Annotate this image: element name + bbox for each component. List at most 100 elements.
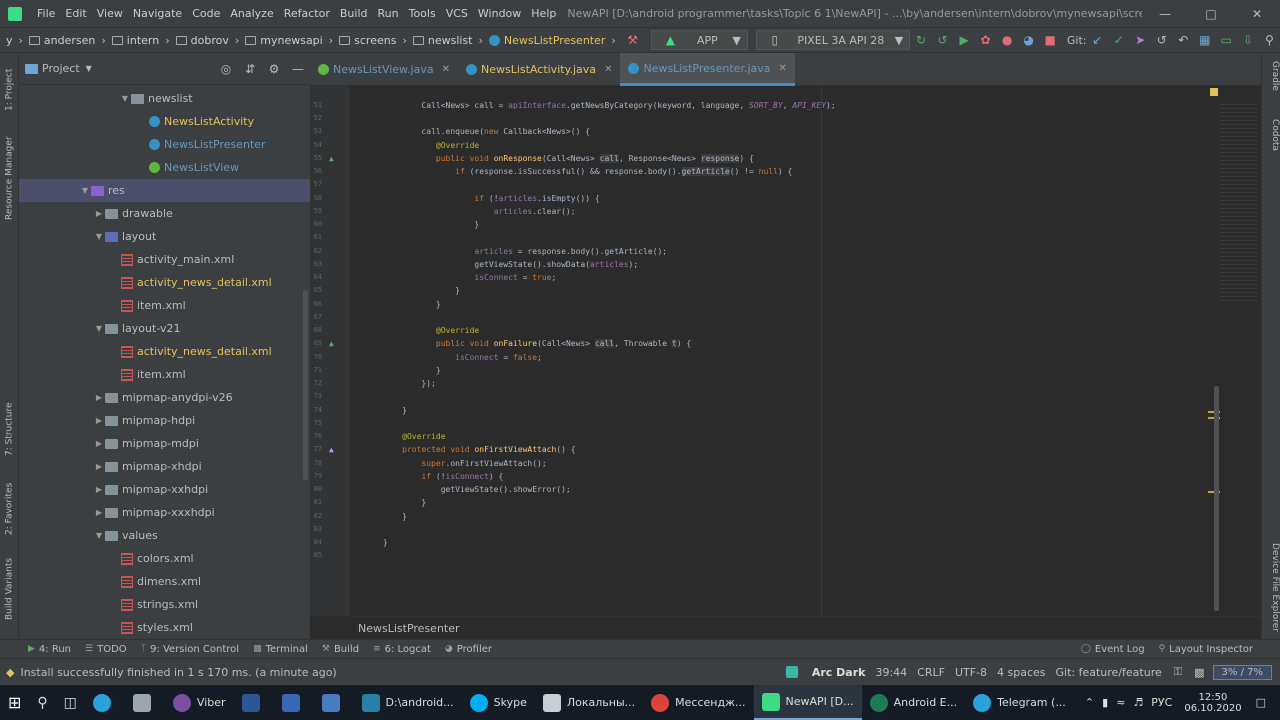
taskbar-chrome[interactable]: Мессендж...: [643, 685, 753, 720]
expand-arrow-icon[interactable]: ▼: [93, 531, 105, 540]
close-tab-icon[interactable]: ✕: [779, 63, 787, 74]
override-marker-icon[interactable]: ▲: [329, 339, 334, 348]
inspection-status-icon[interactable]: [1210, 88, 1218, 96]
tree-node-newslistactivity[interactable]: NewsListActivity: [19, 110, 310, 133]
clock[interactable]: 12:50 06.10.2020: [1184, 692, 1241, 714]
collapse-all-icon[interactable]: ⇵: [242, 61, 258, 77]
taskbar-word[interactable]: [234, 685, 274, 720]
tree-node-colors[interactable]: colors.xml: [19, 547, 310, 570]
hide-panel-icon[interactable]: —: [290, 61, 306, 77]
project-view-select[interactable]: Project: [42, 62, 80, 75]
terminal-tool-tab[interactable]: ▩ Terminal: [253, 644, 308, 655]
favorites-tool-tab[interactable]: 2: Favorites: [0, 478, 19, 540]
breadcrumb-y[interactable]: y ›: [6, 34, 23, 47]
project-structure-icon[interactable]: ▦: [1198, 32, 1212, 48]
breadcrumb-intern[interactable]: intern ›: [111, 34, 170, 47]
menu-build[interactable]: Build: [335, 7, 373, 20]
taskbar-app-pinned[interactable]: [125, 685, 165, 720]
tree-node-styles[interactable]: styles.xml: [19, 616, 310, 639]
taskbar-save-app[interactable]: [274, 685, 314, 720]
search-icon[interactable]: ⚲: [1263, 32, 1277, 48]
editor-scrollbar[interactable]: [1214, 386, 1219, 611]
avd-manager-icon[interactable]: ▭: [1220, 32, 1234, 48]
lock-icon[interactable]: ⚿: [1174, 665, 1182, 679]
logcat-tool-tab[interactable]: ≡ 6: Logcat: [373, 644, 431, 655]
expand-arrow-icon[interactable]: ▼: [93, 232, 105, 241]
project-scrollbar[interactable]: [303, 290, 308, 480]
taskbar-calculator[interactable]: [314, 685, 354, 720]
run-icon[interactable]: ▶: [957, 32, 971, 48]
code-minimap[interactable]: [1208, 86, 1261, 616]
breadcrumb-dobrov[interactable]: dobrov ›: [175, 34, 239, 47]
git-push-icon[interactable]: ➤: [1134, 32, 1148, 48]
locate-file-icon[interactable]: ◎: [218, 61, 234, 77]
chevron-down-icon[interactable]: ▼: [86, 64, 92, 73]
task-view-icon[interactable]: ◫: [56, 685, 85, 720]
taskbar-viber[interactable]: Viber: [165, 685, 234, 720]
menu-edit[interactable]: Edit: [60, 7, 91, 20]
code-editor[interactable]: Call<News> call = apiInterface.getNewsBy…: [350, 86, 1220, 616]
expand-arrow-icon[interactable]: ▶: [93, 209, 105, 218]
tree-node-mipmap-anydpi[interactable]: ▶ mipmap-anydpi-v26: [19, 386, 310, 409]
menu-refactor[interactable]: Refactor: [279, 7, 335, 20]
notifications-icon[interactable]: □: [1256, 696, 1266, 709]
input-language[interactable]: РУС: [1151, 696, 1172, 709]
file-encoding[interactable]: UTF-8: [955, 666, 987, 679]
expand-arrow-icon[interactable]: ▼: [79, 186, 91, 195]
breadcrumb-mynewsapi[interactable]: mynewsapi ›: [245, 34, 333, 47]
tree-node-mipmap-mdpi[interactable]: ▶ mipmap-mdpi: [19, 432, 310, 455]
taskbar-telegram[interactable]: Telegram (...: [965, 685, 1074, 720]
breadcrumb-screens[interactable]: screens ›: [339, 34, 407, 47]
hammer-icon[interactable]: ⚒: [626, 32, 640, 48]
taskbar-skype[interactable]: Skype: [462, 685, 535, 720]
tree-node-mipmap-xxhdpi[interactable]: ▶ mipmap-xxhdpi: [19, 478, 310, 501]
settings-gear-icon[interactable]: ⚙: [266, 61, 282, 77]
expand-arrow-icon[interactable]: ▶: [93, 439, 105, 448]
expand-arrow-icon[interactable]: ▶: [93, 485, 105, 494]
menu-code[interactable]: Code: [187, 7, 225, 20]
close-tab-icon[interactable]: ✕: [604, 64, 612, 75]
apply-code-changes-icon[interactable]: ↺: [936, 32, 950, 48]
tree-node-newslistview[interactable]: NewsListView: [19, 156, 310, 179]
expand-arrow-icon[interactable]: ▶: [93, 393, 105, 402]
attach-debugger-icon[interactable]: ●: [1000, 32, 1014, 48]
expand-arrow-icon[interactable]: ▶: [93, 462, 105, 471]
menu-navigate[interactable]: Navigate: [128, 7, 187, 20]
apply-changes-icon[interactable]: ↻: [914, 32, 928, 48]
expand-arrow-icon[interactable]: ▼: [93, 324, 105, 333]
close-tab-icon[interactable]: ✕: [442, 64, 450, 75]
git-commit-icon[interactable]: ✓: [1112, 32, 1126, 48]
build-tool-tab[interactable]: ⚒ Build: [322, 644, 359, 655]
show-hidden-icons-icon[interactable]: ⌃: [1085, 696, 1094, 709]
menu-window[interactable]: Window: [473, 7, 526, 20]
breadcrumb-newslist[interactable]: newslist ›: [412, 34, 483, 47]
start-button[interactable]: ⊞: [0, 685, 29, 720]
version-control-tool-tab[interactable]: ᛉ 9: Version Control: [141, 644, 239, 655]
expand-arrow-icon[interactable]: ▼: [119, 94, 131, 103]
taskbar-telegram-pinned[interactable]: [85, 685, 125, 720]
project-tool-tab[interactable]: 1: Project: [0, 59, 19, 121]
line-separator[interactable]: CRLF: [917, 666, 945, 679]
theme-indicator[interactable]: Arc Dark: [812, 666, 866, 679]
profile-icon[interactable]: ◕: [1022, 32, 1036, 48]
taskbar-android-studio[interactable]: NewAPI [D...: [753, 685, 862, 720]
git-branch[interactable]: Git: feature/feature: [1056, 666, 1162, 679]
todo-tool-tab[interactable]: ☰ TODO: [85, 644, 127, 655]
trash-icon[interactable]: ▩: [1194, 666, 1204, 679]
maximize-button[interactable]: □: [1188, 7, 1234, 21]
resource-manager-tool-tab[interactable]: Resource Manager: [0, 133, 19, 223]
tree-node-item-v21[interactable]: item.xml: [19, 363, 310, 386]
expand-arrow-icon[interactable]: ▶: [93, 508, 105, 517]
tree-node-mipmap-xxxhdpi[interactable]: ▶ mipmap-xxxhdpi: [19, 501, 310, 524]
menu-tools[interactable]: Tools: [404, 7, 441, 20]
history-icon[interactable]: ↺: [1155, 32, 1169, 48]
tree-node-mipmap-hdpi[interactable]: ▶ mipmap-hdpi: [19, 409, 310, 432]
tree-node-newslistpresenter[interactable]: NewsListPresenter: [19, 133, 310, 156]
wifi-icon[interactable]: ≈: [1116, 696, 1125, 709]
taskbar-local-disk[interactable]: Локальны...: [535, 685, 643, 720]
tab-newslistpresenter[interactable]: NewsListPresenter.java ✕: [620, 53, 795, 86]
volume-icon[interactable]: ♬: [1133, 696, 1143, 709]
search-icon[interactable]: ⚲: [29, 685, 55, 720]
menu-view[interactable]: View: [92, 7, 128, 20]
override-marker-icon[interactable]: ▲: [329, 445, 334, 454]
